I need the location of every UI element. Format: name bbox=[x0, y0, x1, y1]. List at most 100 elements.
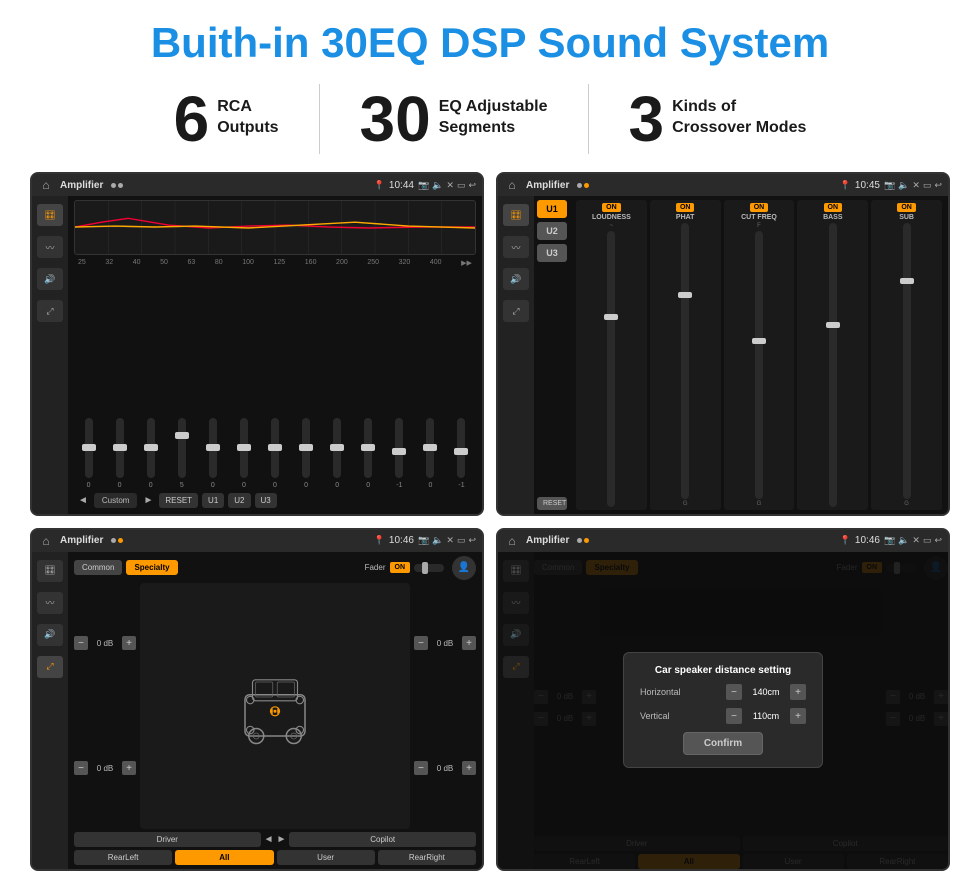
eq-slider-track-0[interactable] bbox=[85, 418, 93, 478]
speaker-controls-left: − 0 dB + − 0 dB + bbox=[74, 583, 136, 829]
status-dots-detail bbox=[577, 183, 589, 188]
all-button[interactable]: All bbox=[175, 850, 273, 865]
sidebar-expand-icon-2[interactable]: ⤢ bbox=[503, 300, 529, 322]
eq-slider-track-5[interactable] bbox=[240, 418, 248, 478]
u1-preset-button[interactable]: U1 bbox=[537, 200, 567, 218]
screen-content-detail: 🎛 〰 🔊 ⤢ U1 U2 U3 RESET bbox=[498, 196, 948, 513]
vert-track-bass[interactable] bbox=[829, 223, 837, 506]
screen-crossover-panel: ⌂ Amplifier 📍 10:46 📷 🔈 ✕ ▭ ↩ bbox=[30, 528, 484, 871]
sidebar-tune-icon[interactable]: 🎛 bbox=[37, 204, 63, 226]
u1-button[interactable]: U1 bbox=[202, 493, 224, 508]
left-sidebar-eq: 🎛 〰 🔊 ⤢ bbox=[32, 196, 68, 513]
eq-slider-track-2[interactable] bbox=[147, 418, 155, 478]
channel-phat: ON PHAT G bbox=[650, 200, 721, 509]
u3-button[interactable]: U3 bbox=[255, 493, 277, 508]
arrow-right-button[interactable]: ► bbox=[277, 834, 287, 845]
horizontal-decrement-button[interactable]: − bbox=[726, 684, 742, 700]
db-minus-br[interactable]: − bbox=[414, 761, 428, 775]
freq-label-9: 200 bbox=[336, 259, 348, 267]
page-title: Buith-in 30EQ DSP Sound System bbox=[151, 20, 829, 66]
u3-preset-button[interactable]: U3 bbox=[537, 244, 567, 262]
db-plus-tr[interactable]: + bbox=[462, 636, 476, 650]
eq-slider-val-0: 0 bbox=[87, 482, 91, 489]
eq-slider-val-2: 0 bbox=[149, 482, 153, 489]
freq-label-8: 160 bbox=[305, 259, 317, 267]
vertical-decrement-button[interactable]: − bbox=[726, 708, 742, 724]
horizontal-increment-button[interactable]: + bbox=[790, 684, 806, 700]
sidebar-speaker-icon[interactable]: 🔊 bbox=[37, 268, 63, 290]
status-icons-dialog: 📷 🔈 ✕ ▭ ↩ bbox=[884, 535, 942, 546]
status-icons-eq: 📷 🔈 ✕ ▭ ↩ bbox=[418, 180, 476, 191]
next-preset-button[interactable]: ► bbox=[141, 493, 155, 508]
eq-slider-val-11: 0 bbox=[428, 482, 432, 489]
sidebar-wave-icon[interactable]: 〰 bbox=[37, 236, 63, 258]
camera-icon-3: 📷 bbox=[418, 535, 429, 546]
db-plus-bl[interactable]: + bbox=[122, 761, 136, 775]
eq-slider-track-6[interactable] bbox=[271, 418, 279, 478]
copilot-button[interactable]: Copilot bbox=[289, 832, 476, 847]
vert-track-cutfreq[interactable] bbox=[755, 231, 763, 498]
db-plus-br[interactable]: + bbox=[462, 761, 476, 775]
freq-label-12: 400 bbox=[430, 259, 442, 267]
back-icon-4: ↩ bbox=[934, 535, 942, 546]
reset-preset-button[interactable]: RESET bbox=[537, 497, 567, 510]
user-button[interactable]: User bbox=[277, 850, 375, 865]
db-plus-tl[interactable]: + bbox=[122, 636, 136, 650]
vertical-increment-button[interactable]: + bbox=[790, 708, 806, 724]
status-icons-detail: 📷 🔈 ✕ ▭ ↩ bbox=[884, 180, 942, 191]
eq-slider-col-5: 0 bbox=[229, 418, 258, 489]
status-bar-detail: ⌂ Amplifier 📍 10:45 📷 🔈 ✕ ▭ ↩ bbox=[498, 174, 948, 196]
bass-slider bbox=[829, 223, 837, 506]
sidebar-expand-icon-3[interactable]: ⤢ bbox=[37, 656, 63, 678]
eq-slider-track-3[interactable] bbox=[178, 418, 186, 478]
fader-slider[interactable] bbox=[414, 564, 444, 572]
status-time-crossover: 10:46 bbox=[389, 535, 414, 546]
sidebar-tune-icon-2[interactable]: 🎛 bbox=[503, 204, 529, 226]
sidebar-tune-icon-3[interactable]: 🎛 bbox=[37, 560, 63, 582]
vert-track-loudness[interactable] bbox=[607, 231, 615, 506]
sidebar-wave-icon-3[interactable]: 〰 bbox=[37, 592, 63, 614]
eq-slider-track-7[interactable] bbox=[302, 418, 310, 478]
eq-slider-track-10[interactable] bbox=[395, 418, 403, 478]
eq-slider-thumb-4 bbox=[206, 444, 220, 451]
eq-slider-track-1[interactable] bbox=[116, 418, 124, 478]
crossover-main: Common Specialty Fader ON 👤 bbox=[68, 552, 482, 869]
vert-track-sub[interactable] bbox=[903, 223, 911, 498]
u2-preset-button[interactable]: U2 bbox=[537, 222, 567, 240]
prev-preset-button[interactable]: ◄ bbox=[76, 493, 90, 508]
scale-f-cutfreq: F bbox=[757, 223, 761, 229]
reset-button[interactable]: RESET bbox=[159, 493, 198, 508]
status-dots-eq bbox=[111, 183, 123, 188]
u2-button[interactable]: U2 bbox=[228, 493, 250, 508]
arrow-left-button[interactable]: ◄ bbox=[264, 834, 274, 845]
minus-icon-3: ▭ bbox=[457, 535, 466, 546]
fader-on-toggle[interactable]: ON bbox=[390, 562, 411, 573]
db-minus-tr[interactable]: − bbox=[414, 636, 428, 650]
eq-slider-track-11[interactable] bbox=[426, 418, 434, 478]
db-minus-tl[interactable]: − bbox=[74, 636, 88, 650]
eq-slider-track-9[interactable] bbox=[364, 418, 372, 478]
rearleft-button[interactable]: RearLeft bbox=[74, 850, 172, 865]
channel-name-cutfreq: CUT FREQ bbox=[741, 214, 777, 221]
left-sidebar-detail: 🎛 〰 🔊 ⤢ bbox=[498, 196, 534, 513]
eq-slider-track-12[interactable] bbox=[457, 418, 465, 478]
location-icon: 📍 bbox=[374, 180, 385, 191]
confirm-button[interactable]: Confirm bbox=[683, 732, 763, 755]
driver-button[interactable]: Driver bbox=[74, 832, 261, 847]
specialty-tab-button[interactable]: Specialty bbox=[126, 560, 177, 575]
screen-content-dialog: 🎛 〰 🔊 ⤢ Common Specialty Fader ON bbox=[498, 552, 948, 869]
sidebar-wave-icon-2[interactable]: 〰 bbox=[503, 236, 529, 258]
rearright-button[interactable]: RearRight bbox=[378, 850, 476, 865]
eq-slider-track-4[interactable] bbox=[209, 418, 217, 478]
eq-slider-thumb-0 bbox=[82, 444, 96, 451]
sidebar-expand-icon[interactable]: ⤢ bbox=[37, 300, 63, 322]
eq-slider-thumb-10 bbox=[392, 448, 406, 455]
db-minus-bl[interactable]: − bbox=[74, 761, 88, 775]
sidebar-speaker-icon-2[interactable]: 🔊 bbox=[503, 268, 529, 290]
home-icon: ⌂ bbox=[38, 177, 54, 193]
dialog-overlay: Car speaker distance setting Horizontal … bbox=[498, 552, 948, 869]
eq-slider-track-8[interactable] bbox=[333, 418, 341, 478]
common-tab-button[interactable]: Common bbox=[74, 560, 122, 575]
sidebar-speaker-icon-3[interactable]: 🔊 bbox=[37, 624, 63, 646]
vert-track-phat[interactable] bbox=[681, 223, 689, 498]
